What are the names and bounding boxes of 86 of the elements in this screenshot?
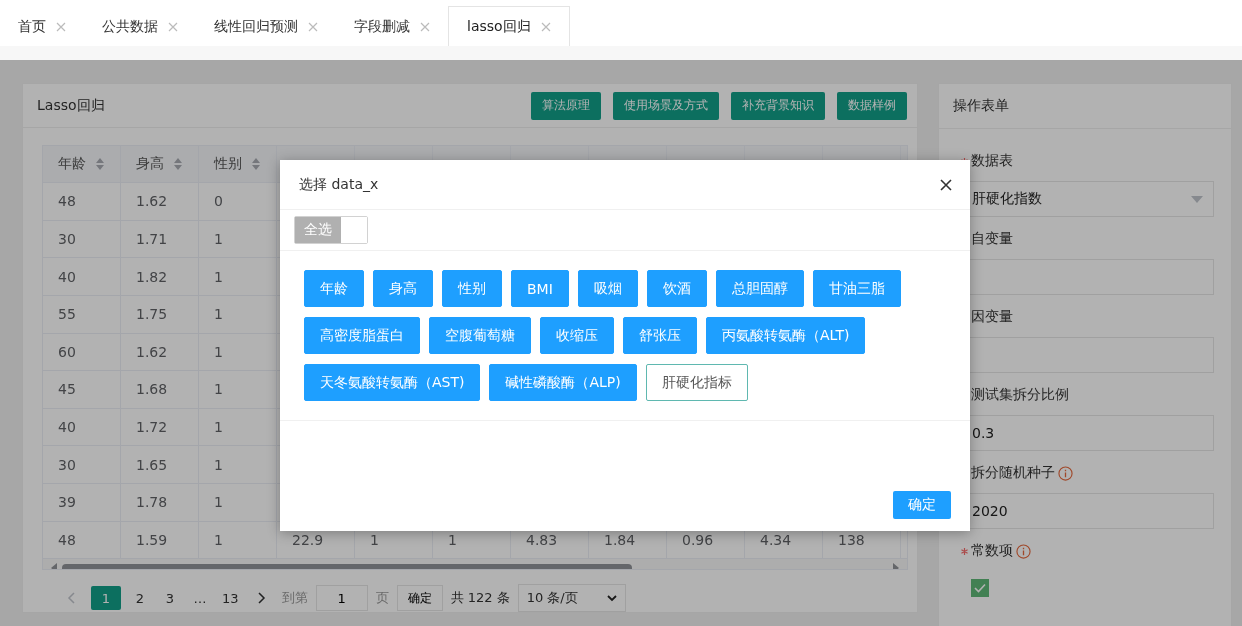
table-cell: 55 xyxy=(43,295,121,333)
table-cell: 1.68 xyxy=(121,371,199,408)
checkbox[interactable] xyxy=(971,579,989,597)
field-label: 常数项 xyxy=(971,542,1013,560)
table-cell: 1 xyxy=(199,333,277,371)
field-label: 测试集拆分比例 xyxy=(971,386,1069,404)
confirm-button[interactable]: 确定 xyxy=(893,491,951,519)
caret-icon xyxy=(1191,195,1203,203)
option-button[interactable]: 收缩压 xyxy=(540,317,614,354)
table-cell: 0 xyxy=(199,183,277,220)
close-icon[interactable] xyxy=(940,178,952,191)
sort-icon[interactable] xyxy=(174,158,182,171)
table-cell: 1.59 xyxy=(121,521,199,559)
table-cell: 1 xyxy=(199,408,277,446)
table-cell: 40 xyxy=(43,258,121,295)
table-cell: 1 xyxy=(199,220,277,258)
page-button[interactable]: 2 xyxy=(129,586,151,610)
table-cell: 1.62 xyxy=(121,333,199,371)
table-cell: 1.78 xyxy=(121,483,199,521)
page-button[interactable]: 1 xyxy=(91,586,121,610)
chevron-down-icon xyxy=(606,594,617,602)
page-size-select[interactable]: 10 条/页 xyxy=(517,584,626,612)
option-button[interactable]: 性别 xyxy=(442,270,502,307)
table-cell: 1 xyxy=(199,521,277,559)
option-button[interactable]: 吸烟 xyxy=(577,270,638,307)
table-cell: 48 xyxy=(43,521,121,559)
option-button[interactable]: 肝硬化指标 xyxy=(645,364,748,401)
page-button[interactable]: 13 xyxy=(219,586,242,610)
option-button[interactable]: 丙氨酸转氨酶（ALT) xyxy=(706,317,866,354)
field-label: 拆分随机种子 xyxy=(971,464,1055,482)
field-label: 自变量 xyxy=(971,230,1013,248)
option-button[interactable]: 甘油三脂 xyxy=(812,270,901,307)
table-cell: 1 xyxy=(199,371,277,408)
sort-icon[interactable] xyxy=(252,158,260,171)
tab[interactable]: lasso回归 xyxy=(448,6,570,46)
info-button[interactable]: 算法原理 xyxy=(531,91,601,120)
option-button[interactable]: 身高 xyxy=(373,270,433,307)
confirm-button[interactable]: 确定 xyxy=(396,585,443,611)
field-label: 因变量 xyxy=(971,308,1013,326)
sort-icon[interactable] xyxy=(96,158,104,171)
previous-page-icon[interactable] xyxy=(67,592,75,604)
page-button[interactable]: 3 xyxy=(159,586,181,610)
table-cell: 45 xyxy=(43,371,121,408)
table-cell: 1.62 xyxy=(121,183,199,220)
table-cell: 1 xyxy=(199,295,277,333)
info-button[interactable]: 数据样例 xyxy=(837,91,907,120)
check-icon xyxy=(974,583,986,593)
card-title: Lasso回归 xyxy=(37,96,105,115)
column-header[interactable]: 性别 xyxy=(199,146,277,183)
page-button[interactable]: … xyxy=(189,586,211,610)
info-button[interactable]: 使用场景及方式 xyxy=(613,91,719,120)
goto-label: 到第 xyxy=(281,589,308,607)
select-all-checkbox[interactable]: 全选 xyxy=(294,216,368,244)
total-count: 共 122 条 xyxy=(450,589,510,607)
option-button[interactable]: 高密度脂蛋白 xyxy=(304,317,420,354)
panel-title: 操作表单 xyxy=(953,97,1009,115)
option-button[interactable]: 舒张压 xyxy=(623,317,697,354)
option-button[interactable]: BMI xyxy=(511,270,569,307)
table-cell: 1.71 xyxy=(121,220,199,258)
page-input[interactable]: 1 xyxy=(315,585,368,611)
table-cell: 30 xyxy=(43,220,121,258)
table-cell: 1 xyxy=(199,483,277,521)
column-header[interactable]: 身高 xyxy=(121,146,199,183)
option-button[interactable]: 空腹葡萄糖 xyxy=(429,317,531,354)
table-cell: 30 xyxy=(43,446,121,483)
table-cell: 1 xyxy=(199,446,277,483)
table-cell: 39 xyxy=(43,483,121,521)
option-button[interactable]: 天冬氨酸转氨酶（AST) xyxy=(304,364,481,401)
page-unit-label: 页 xyxy=(375,589,389,607)
table-cell: 48 xyxy=(43,183,121,220)
table-cell: 1.65 xyxy=(121,446,199,483)
table-cell: 1.82 xyxy=(121,258,199,295)
next-page-icon[interactable] xyxy=(257,592,266,604)
field-label: 数据表 xyxy=(971,152,1013,170)
table-cell: 40 xyxy=(43,408,121,446)
table-cell: 1.72 xyxy=(121,408,199,446)
info-button[interactable]: 补充背景知识 xyxy=(731,91,825,120)
option-button[interactable]: 饮酒 xyxy=(646,270,707,307)
dialog-title: 选择 data_x xyxy=(299,175,379,194)
table-cell: 60 xyxy=(43,333,121,371)
table-cell: 1 xyxy=(199,258,277,295)
table-cell: 1.75 xyxy=(121,295,199,333)
column-header[interactable]: 年龄 xyxy=(43,146,121,183)
option-button[interactable]: 碱性磷酸酶（ALP) xyxy=(489,364,637,401)
option-button[interactable]: 年龄 xyxy=(304,270,364,307)
option-button[interactable]: 总胆固醇 xyxy=(715,270,804,307)
